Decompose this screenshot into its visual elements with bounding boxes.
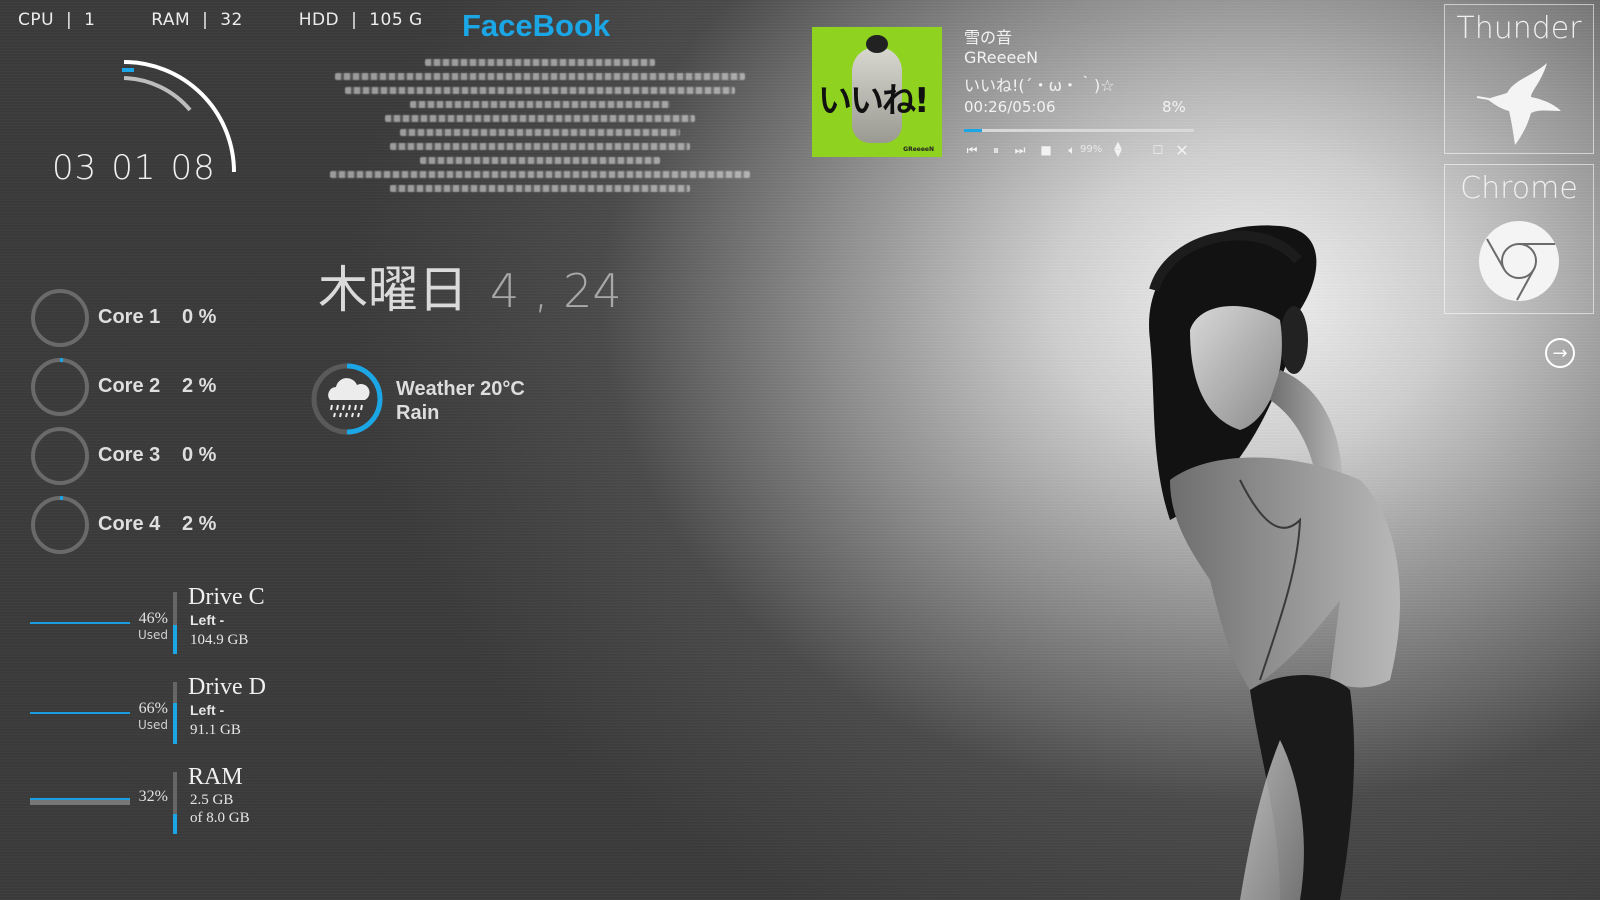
core-value: 2 % [182, 375, 217, 397]
album-cover-title: いいね! [818, 81, 930, 121]
core-label: Core 1 [98, 306, 161, 328]
separator: | [351, 10, 358, 30]
weekday: 木曜日 [318, 261, 468, 319]
clock: 03 01 08 [52, 148, 216, 188]
ram-name: RAM [188, 764, 243, 790]
close-icon[interactable]: ✕ [1172, 140, 1192, 160]
ram-meter: 32% RAM 2.5 GB of 8.0 GB [30, 764, 310, 840]
drive-usage-bar [173, 682, 177, 744]
album-cover: いいね! GReeeeN [812, 27, 942, 157]
stop-icon[interactable]: ■ [1036, 140, 1056, 160]
core-meter: Core 3 0 % [30, 426, 290, 488]
facebook-feed-blurred [330, 52, 750, 199]
core-meter: Core 2 2 % [30, 357, 290, 419]
core-ring-icon [31, 496, 89, 554]
hummingbird-icon [1445, 57, 1593, 149]
separator: | [202, 10, 209, 30]
drive-percent: 66% [138, 700, 168, 717]
drive-d-meter: 66% Used Drive D Left - 91.1 GB [30, 674, 310, 750]
ram-used-value: 2.5 GB [190, 792, 234, 808]
ram-percent: 32% [138, 788, 168, 805]
album-cover-artist: GReeeeN [903, 146, 934, 153]
ram-total-value: of 8.0 GB [190, 810, 250, 826]
song-time: 00:26/05:06 [964, 98, 1056, 116]
song-progress-bar[interactable] [964, 129, 1194, 132]
launcher-label: Thunder [1456, 11, 1582, 46]
volume-icon[interactable]: 🔈︎ [1062, 140, 1082, 160]
rain-cloud-icon [311, 363, 383, 435]
volume-stepper-icon[interactable]: ▲ ▼ [1108, 140, 1128, 160]
next-track-icon[interactable]: ⏭ [1010, 140, 1030, 160]
drive-name: Drive D [188, 674, 266, 700]
core-label: Core 2 [98, 375, 161, 397]
separator: | [65, 10, 73, 30]
song-album: いいね!(´・ω・｀)☆ [964, 76, 1115, 95]
ram-usage-bar [173, 772, 177, 834]
ram-label: RAM [151, 10, 191, 30]
system-stats: CPU | 1 RAM | 32 HDD | 105 G [18, 10, 429, 30]
core-ring-icon [31, 427, 89, 485]
clock-hours: 03 [52, 148, 98, 188]
maximize-icon[interactable]: ☐ [1148, 140, 1168, 160]
volume-level: 99% [1080, 144, 1103, 155]
drive-name: Drive C [188, 584, 265, 610]
drive-track [30, 622, 130, 624]
core-value: 2 % [182, 513, 217, 535]
song-title: 雪の音 [964, 28, 1013, 47]
core-ring-icon [31, 289, 89, 347]
clock-seconds: 08 [170, 148, 216, 188]
drive-c-meter: 46% Used Drive C Left - 104.9 GB [30, 584, 310, 660]
drive-left-value: 91.1 GB [190, 722, 241, 738]
core-label: Core 4 [98, 513, 161, 535]
pause-icon[interactable]: ⏸ [986, 140, 1006, 160]
song-artist: GReeeeN [964, 48, 1039, 67]
core-value: 0 % [182, 444, 217, 466]
ram-value: 32 [220, 10, 243, 30]
launcher-label: Chrome [1460, 171, 1578, 206]
drive-used-label: Used [137, 718, 168, 732]
clock-minutes: 01 [111, 148, 157, 188]
core-value: 0 % [182, 306, 217, 328]
core-meter: Core 4 2 % [30, 495, 290, 557]
month-day: 4 , 24 [490, 264, 622, 318]
drive-left-value: 104.9 GB [190, 632, 249, 648]
song-percent: 8% [1162, 98, 1186, 116]
drive-track [30, 712, 130, 714]
drive-usage-bar [173, 592, 177, 654]
cpu-value: 1 [84, 10, 96, 30]
core-label: Core 3 [98, 444, 161, 466]
facebook-title[interactable]: FaceBook [462, 8, 610, 44]
date-display: 木曜日 4 , 24 [318, 250, 622, 322]
wallpaper-figure [1149, 225, 1400, 900]
thunder-launcher[interactable]: Thunder [1444, 4, 1594, 154]
drive-left-label: Left - [190, 612, 225, 628]
hdd-value: 105 G [369, 10, 423, 30]
drive-used-label: Used [137, 628, 168, 642]
hdd-label: HDD [298, 10, 340, 30]
weather-widget: Weather 20°C Rain [310, 362, 570, 442]
core-meter: Core 1 0 % [30, 288, 290, 350]
core-ring-icon [31, 358, 89, 416]
ram-track [30, 798, 130, 805]
cpu-label: CPU [18, 10, 55, 30]
weather-temperature: Weather 20°C [396, 378, 525, 400]
drive-left-label: Left - [190, 702, 225, 718]
previous-track-icon[interactable]: ⏮ [962, 140, 982, 160]
weather-condition: Rain [396, 402, 440, 424]
drive-percent: 46% [138, 610, 168, 627]
